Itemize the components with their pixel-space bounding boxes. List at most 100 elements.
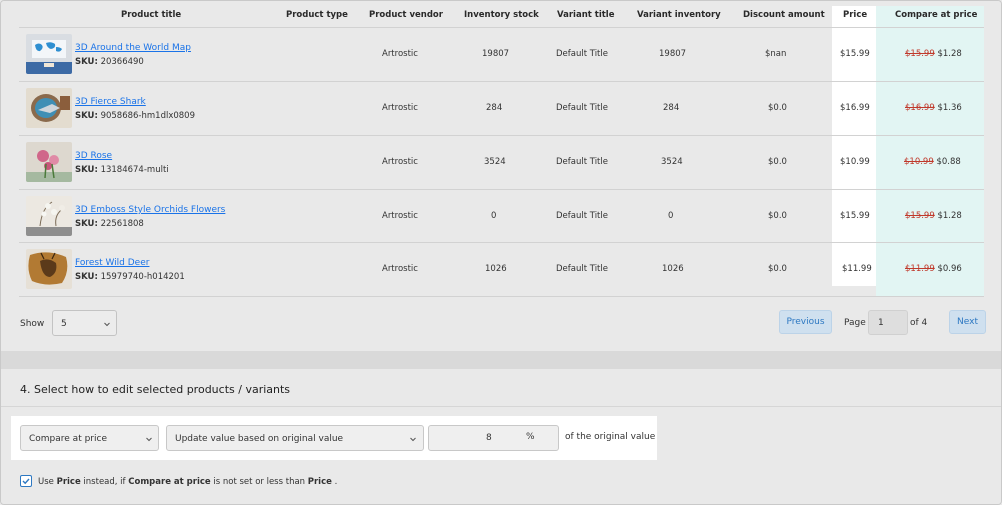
variant-inventory: 19807 [659,49,687,59]
method-select[interactable]: Update value based on original value [166,425,424,451]
use-price-label[interactable]: Use Price instead, if Compare at price i… [38,477,337,487]
section-separator-band [1,351,1001,369]
table-row[interactable]: Forest Wild Deer SKU: 15979740-h014201 A… [1,243,1001,296]
note-bold-1: Price [56,477,81,487]
amount-suffix: of the original value [565,432,656,442]
variant-inventory: 1026 [662,264,684,274]
inventory-stock: 19807 [482,49,510,59]
discount-amount: $0.0 [768,264,787,274]
use-price-checkbox[interactable] [20,475,32,487]
checkmark-icon [22,478,30,485]
sku-label: SKU: [75,219,98,229]
price-value: $15.99 [840,49,870,59]
product-vendor: Artrostic [382,157,418,167]
header-product-vendor[interactable]: Product vendor [369,10,443,20]
discount-amount: $0.0 [768,211,787,221]
variant-title: Default Title [556,211,608,221]
note-text-4: . [331,477,338,487]
product-thumbnail[interactable] [26,88,72,128]
header-compare-at-price[interactable]: Compare at price [895,10,977,20]
table-row[interactable]: 3D Fierce Shark SKU: 9058686-hm1dlx0809 … [1,82,1001,135]
page-size-value: 5 [61,319,67,329]
product-thumbnail[interactable] [26,249,72,289]
previous-button[interactable]: Previous [779,310,832,334]
compare-at-price-value: $15.99 $1.28 [905,211,962,221]
sku-value: 20366490 [100,57,144,67]
product-title-link[interactable]: 3D Rose [75,151,112,161]
field-select[interactable]: Compare at price [20,425,159,451]
discount-amount: $0.0 [768,103,787,113]
sku-label: SKU: [75,272,98,282]
compare-old-price: $10.99 [904,157,934,167]
variant-inventory: 284 [663,103,680,113]
product-sku: SKU: 20366490 [75,57,144,67]
product-thumbnail[interactable] [26,196,72,236]
variant-inventory: 0 [668,211,674,221]
variant-title: Default Title [556,264,608,274]
page-total-label: of 4 [910,318,928,328]
product-thumbnail[interactable] [26,142,72,182]
product-title-link[interactable]: 3D Around the World Map [75,43,191,53]
sku-value: 13184674-multi [100,165,169,175]
sku-value: 22561808 [100,219,144,229]
price-value: $11.99 [842,264,872,274]
chevron-down-icon [146,437,152,442]
inventory-stock: 3524 [484,157,506,167]
sku-value: 15979740-h014201 [100,272,185,282]
price-value: $15.99 [840,211,870,221]
note-text-1: Use [38,477,57,487]
amount-input[interactable]: 8 % [428,425,559,451]
compare-old-price: $11.99 [905,264,935,274]
compare-old-price: $16.99 [905,103,935,113]
page-number-value: 1 [878,318,884,328]
header-variant-inventory[interactable]: Variant inventory [637,10,721,20]
amount-value: 8 [486,433,492,443]
compare-at-price-value: $11.99 $0.96 [905,264,962,274]
note-text-3: is not set or less than [210,477,308,487]
page-label: Page [844,318,866,328]
product-thumbnail[interactable] [26,34,72,74]
page-number-input[interactable]: 1 [868,310,908,335]
compare-new-price: $1.36 [937,103,962,113]
next-button[interactable]: Next [949,310,986,334]
inventory-stock: 0 [491,211,497,221]
note-text-2: instead, if [80,477,129,487]
orchids-thumbnail-icon [26,196,72,236]
header-price[interactable]: Price [843,10,867,20]
chevron-down-icon [410,437,416,442]
note-bold-3: Price [307,477,332,487]
product-title-link[interactable]: 3D Fierce Shark [75,97,146,107]
header-discount-amount[interactable]: Discount amount [743,10,825,20]
inventory-stock: 1026 [485,264,507,274]
show-label: Show [20,319,45,329]
table-row[interactable]: 3D Around the World Map SKU: 20366490 Ar… [1,28,1001,81]
compare-at-price-value: $10.99 $0.88 [904,157,961,167]
table-row[interactable]: 3D Rose SKU: 13184674-multi Artrostic 35… [1,136,1001,189]
product-sku: SKU: 22561808 [75,219,144,229]
header-product-type[interactable]: Product type [286,10,348,20]
variant-title: Default Title [556,157,608,167]
product-title-link[interactable]: Forest Wild Deer [75,258,149,268]
price-value: $16.99 [840,103,870,113]
deer-thumbnail-icon [26,249,72,289]
field-select-value: Compare at price [29,434,107,444]
compare-new-price: $1.28 [937,49,962,59]
compare-old-price: $15.99 [905,211,935,221]
header-variant-title[interactable]: Variant title [557,10,614,20]
variant-title: Default Title [556,49,608,59]
note-bold-2: Compare at price [128,477,211,487]
compare-at-price-value: $15.99 $1.28 [905,49,962,59]
header-inventory-stock[interactable]: Inventory stock [464,10,539,20]
product-title-link[interactable]: 3D Emboss Style Orchids Flowers [75,205,225,215]
price-value: $10.99 [840,157,870,167]
product-sku: SKU: 13184674-multi [75,165,169,175]
page-size-select[interactable]: 5 [52,310,117,336]
app-frame: Product title Product type Product vendo… [0,0,1002,505]
variant-title: Default Title [556,103,608,113]
header-product-title[interactable]: Product title [121,10,181,20]
product-vendor: Artrostic [382,264,418,274]
chevron-down-icon [104,322,110,327]
row-divider [19,296,984,297]
method-select-value: Update value based on original value [175,434,344,444]
table-row[interactable]: 3D Emboss Style Orchids Flowers SKU: 225… [1,190,1001,243]
